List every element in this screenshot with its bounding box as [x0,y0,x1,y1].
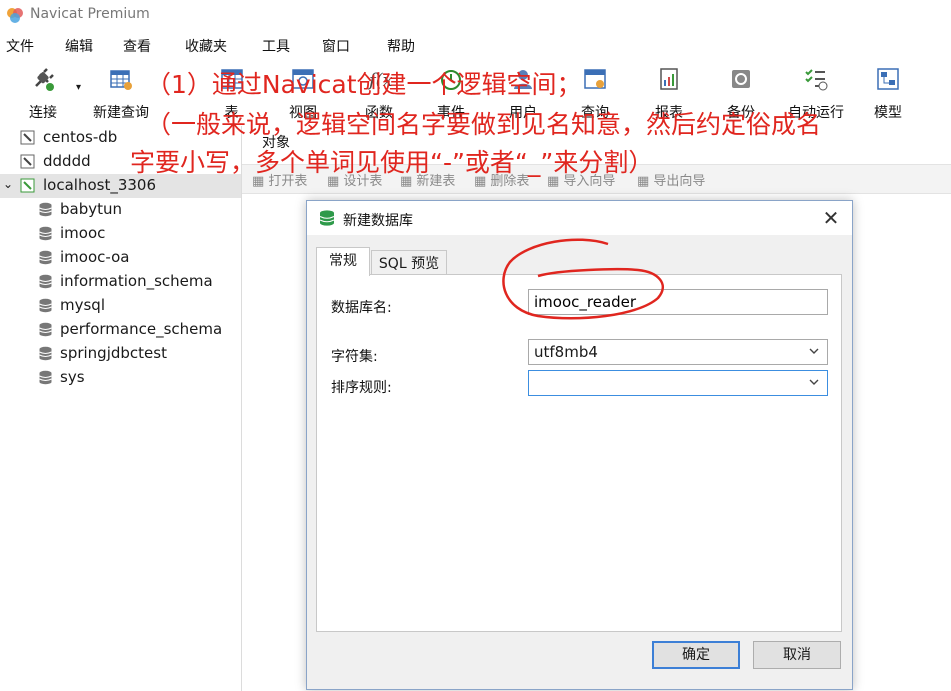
tree-database-label: imooc-oa [60,248,130,266]
backup-icon [732,70,750,88]
menu-view[interactable]: 查看 [123,36,151,56]
plug-icon [35,68,54,91]
dialog-title-bar: 新建数据库 ✕ [307,201,852,235]
tree-database-label: performance_schema [60,320,223,338]
tree-database-item[interactable]: information_schema [0,270,241,294]
tree-database-item[interactable]: babytun [0,198,241,222]
new-query-label: 新建查询 [93,105,149,121]
connection-icon [20,130,35,145]
database-icon [39,298,52,313]
connect-button[interactable]: 连接 [18,58,68,126]
menu-bar: 文件 编辑 查看 收藏夹 工具 窗口 帮助 [0,30,951,58]
database-icon [39,202,52,217]
chevron-down-icon[interactable]: ⌄ [3,177,13,191]
menu-favorites[interactable]: 收藏夹 [185,36,227,56]
tree-connection-localhost[interactable]: ⌄ localhost_3306 [0,174,241,198]
collation-label: 排序规则: [331,380,392,396]
tree-database-label: sys [60,368,85,386]
database-icon [39,226,52,241]
tree-database-item[interactable]: springjdbctest [0,342,241,366]
app-title: Navicat Premium [30,6,150,22]
tree-database-label: springjdbctest [60,344,167,362]
general-tab-panel: 数据库名: 字符集: utf8mb4 排序规则: [316,274,842,632]
menu-file[interactable]: 文件 [6,36,34,56]
model-tool-button[interactable]: 模型 [855,58,921,126]
charset-select[interactable]: utf8mb4 [528,339,828,365]
model-tool-label: 模型 [874,105,902,121]
tree-database-label: babytun [60,200,123,218]
menu-window[interactable]: 窗口 [322,36,350,56]
query-icon [584,69,606,89]
tree-database-item[interactable]: sys [0,366,241,390]
connect-label: 连接 [29,105,57,121]
tree-database-label: information_schema [60,272,213,290]
charset-label: 字符集: [331,349,378,365]
menu-edit[interactable]: 编辑 [65,36,93,56]
close-icon[interactable]: ✕ [819,206,843,230]
menu-tools[interactable]: 工具 [262,36,290,56]
dialog-title: 新建数据库 [343,213,413,229]
tree-database-item[interactable]: imooc [0,222,241,246]
chevron-down-icon [809,379,819,385]
connect-dropdown-icon[interactable]: ▾ [76,82,81,93]
red-circle-annotation [502,238,664,320]
report-icon [660,68,678,90]
annotation-line-3: 字要小写，多个单词见使用“-”或者“_”来分割） [130,148,654,177]
database-icon [39,322,52,337]
tree-database-item[interactable]: mysql [0,294,241,318]
tree-database-label: imooc [60,224,106,242]
connection-tree: centos-db ddddd ⌄ localhost_3306 babytun… [0,126,242,691]
tree-connection-label: ddddd [43,152,91,170]
charset-value: utf8mb4 [534,343,598,361]
annotation-line-2: （一般来说，逻辑空间名字要做到见名知意，然后约定俗成名 [146,110,822,139]
database-icon [39,274,52,289]
connection-icon [20,154,35,169]
checklist-icon [805,69,828,91]
connection-active-icon [20,178,35,193]
database-icon [39,370,52,385]
chevron-down-icon [809,348,819,354]
collation-select[interactable] [528,370,828,396]
menu-help[interactable]: 帮助 [387,36,415,56]
database-icon [39,250,52,265]
cancel-button[interactable]: 取消 [753,641,841,669]
tree-database-item[interactable]: imooc-oa [0,246,241,270]
annotation-line-1: （1）通过Navicat创建一个逻辑空间； [146,70,582,99]
title-bar: Navicat Premium [0,0,951,30]
tab-general[interactable]: 常规 [316,247,370,276]
navicat-logo-icon [7,8,23,23]
tree-connection-label: centos-db [43,128,118,146]
tree-database-item[interactable]: performance_schema [0,318,241,342]
ok-button[interactable]: 确定 [652,641,740,669]
db-name-label: 数据库名: [331,300,392,316]
database-icon [39,346,52,361]
tree-database-label: mysql [60,296,105,314]
new-query-button[interactable]: 新建查询 [88,58,154,126]
table-query-icon [110,70,132,90]
model-icon [877,68,899,90]
database-green-icon [319,210,335,226]
tree-connection-label: localhost_3306 [43,176,157,194]
